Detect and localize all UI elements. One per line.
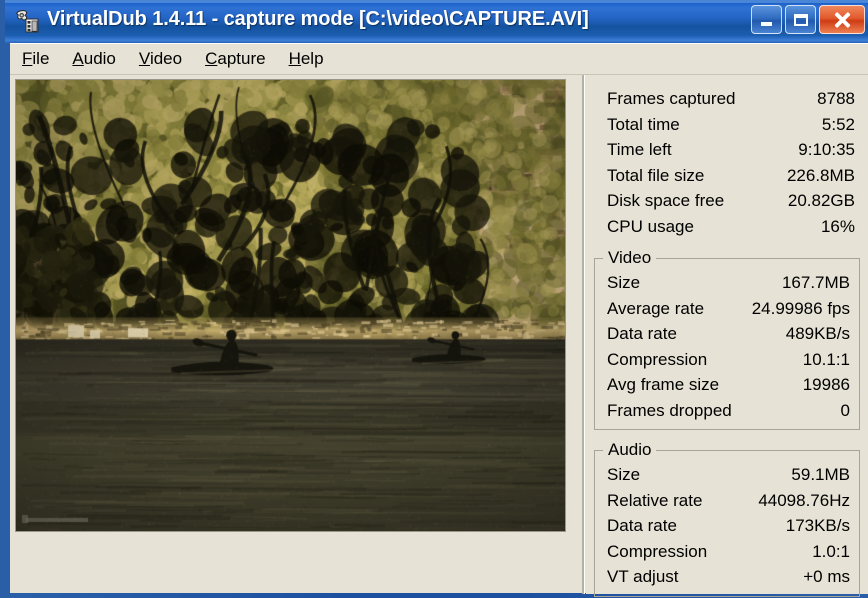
video-stat-label: Average rate bbox=[607, 298, 705, 318]
general-stat-value: 5:52 bbox=[821, 114, 855, 134]
video-stat-label: Frames dropped bbox=[607, 400, 732, 420]
video-stat-value: 489KB/s bbox=[785, 324, 850, 343]
general-stats-list: Frames captured 8788 Total time 5:52 Time le… bbox=[594, 86, 860, 239]
close-icon bbox=[832, 10, 852, 30]
video-preview[interactable] bbox=[15, 79, 566, 532]
client-area: File Audio Video Capture Help Frames cap… bbox=[10, 43, 868, 597]
video-stat-value: 24.99986 fps bbox=[751, 298, 850, 318]
close-button[interactable] bbox=[819, 5, 865, 34]
video-stats-group: Video Size 167.7MB Average rate 24.99986 fp… bbox=[594, 248, 860, 430]
audio-stat-row: Compression 1.0:1 bbox=[598, 539, 856, 565]
general-stat-value: 8788 bbox=[817, 89, 855, 108]
general-stat-label: Frames captured bbox=[607, 89, 736, 108]
video-stat-value: 0 bbox=[840, 400, 850, 420]
video-stats-list: Size 167.7MB Average rate 24.99986 fps Data … bbox=[598, 270, 856, 423]
audio-group-legend: Audio bbox=[608, 440, 652, 459]
general-stat-row: Disk space free 20.82GB bbox=[594, 188, 860, 214]
general-stat-row: Frames captured 8788 bbox=[594, 86, 860, 112]
general-stat-row: Time left 9:10:35 bbox=[594, 137, 860, 163]
audio-stats-list: Size 59.1MB Relative rate 44098.76Hz Data ra… bbox=[598, 462, 856, 590]
general-stat-value: 9:10:35 bbox=[798, 140, 855, 159]
maximize-button[interactable] bbox=[785, 5, 816, 34]
title-bar[interactable]: VirtualDub 1.4.11 - capture mode [C:\vid… bbox=[5, 0, 868, 43]
general-stat-value: 20.82GB bbox=[787, 191, 855, 210]
video-stat-value: 10.1:1 bbox=[802, 349, 850, 369]
minimize-button[interactable] bbox=[751, 5, 782, 34]
general-stat-value: 16% bbox=[820, 216, 855, 236]
video-stat-value: 167.7MB bbox=[781, 273, 850, 292]
window-title: VirtualDub 1.4.11 - capture mode [C:\vid… bbox=[47, 8, 589, 30]
general-stat-row: Total file size 226.8MB bbox=[594, 163, 860, 189]
video-stat-row: Frames dropped 0 bbox=[598, 398, 856, 424]
minimize-icon bbox=[761, 22, 772, 26]
menu-video[interactable]: Video bbox=[139, 49, 182, 69]
menu-audio[interactable]: Audio bbox=[72, 49, 115, 69]
video-stat-row: Compression 10.1:1 bbox=[598, 347, 856, 373]
general-stat-row: CPU usage 16% bbox=[594, 214, 860, 240]
audio-stat-value: 59.1MB bbox=[791, 465, 850, 484]
menu-capture[interactable]: Capture bbox=[205, 49, 265, 69]
video-stat-row: Average rate 24.99986 fps bbox=[598, 296, 856, 322]
general-stat-value: 226.8MB bbox=[786, 165, 855, 185]
audio-stat-row: Size 59.1MB bbox=[598, 462, 856, 488]
audio-stat-label: Compression bbox=[607, 541, 708, 561]
virtualdub-gear-icon bbox=[15, 9, 39, 33]
audio-stats-group: Audio Size 59.1MB Relative rate 44098.76Hz D… bbox=[594, 440, 860, 597]
menu-help[interactable]: Help bbox=[289, 49, 324, 69]
audio-stat-value: +0 ms bbox=[803, 567, 850, 586]
audio-stat-value: 173KB/s bbox=[785, 516, 850, 535]
general-stat-label: Total file size bbox=[607, 165, 705, 185]
caption-button-group bbox=[751, 5, 865, 34]
video-stat-row: Avg frame size 19986 bbox=[598, 372, 856, 398]
menu-file[interactable]: File bbox=[22, 49, 49, 69]
menu-bar: File Audio Video Capture Help bbox=[10, 44, 868, 75]
video-stat-label: Data rate bbox=[607, 324, 677, 343]
general-stat-label: Disk space free bbox=[607, 191, 725, 210]
general-stat-row: Total time 5:52 bbox=[594, 112, 860, 138]
pane-divider bbox=[582, 75, 585, 594]
general-stat-label: CPU usage bbox=[607, 216, 694, 236]
video-group-legend: Video bbox=[608, 248, 652, 267]
maximize-icon bbox=[793, 13, 808, 26]
capture-statistics-pane: Frames captured 8788 Total time 5:52 Time le… bbox=[586, 75, 868, 597]
general-stat-label: Time left bbox=[607, 140, 672, 159]
audio-stat-label: VT adjust bbox=[607, 567, 679, 586]
audio-stat-label: Size bbox=[607, 465, 641, 484]
audio-stat-label: Data rate bbox=[607, 516, 677, 535]
application-window: VirtualDub 1.4.11 - capture mode [C:\vid… bbox=[0, 0, 868, 598]
video-stat-label: Size bbox=[607, 273, 641, 292]
video-stat-value: 19986 bbox=[802, 375, 850, 394]
audio-stat-label: Relative rate bbox=[607, 490, 703, 510]
audio-stat-row: VT adjust +0 ms bbox=[598, 564, 856, 590]
video-stat-row: Size 167.7MB bbox=[598, 270, 856, 296]
general-stat-label: Total time bbox=[607, 114, 680, 134]
audio-stat-value: 1.0:1 bbox=[812, 541, 850, 561]
audio-stat-value: 44098.76Hz bbox=[758, 490, 850, 510]
video-preview-frame bbox=[16, 80, 565, 531]
video-stat-label: Compression bbox=[607, 349, 708, 369]
video-stat-row: Data rate 489KB/s bbox=[598, 321, 856, 347]
video-stat-label: Avg frame size bbox=[607, 375, 720, 394]
audio-stat-row: Data rate 173KB/s bbox=[598, 513, 856, 539]
audio-stat-row: Relative rate 44098.76Hz bbox=[598, 488, 856, 514]
